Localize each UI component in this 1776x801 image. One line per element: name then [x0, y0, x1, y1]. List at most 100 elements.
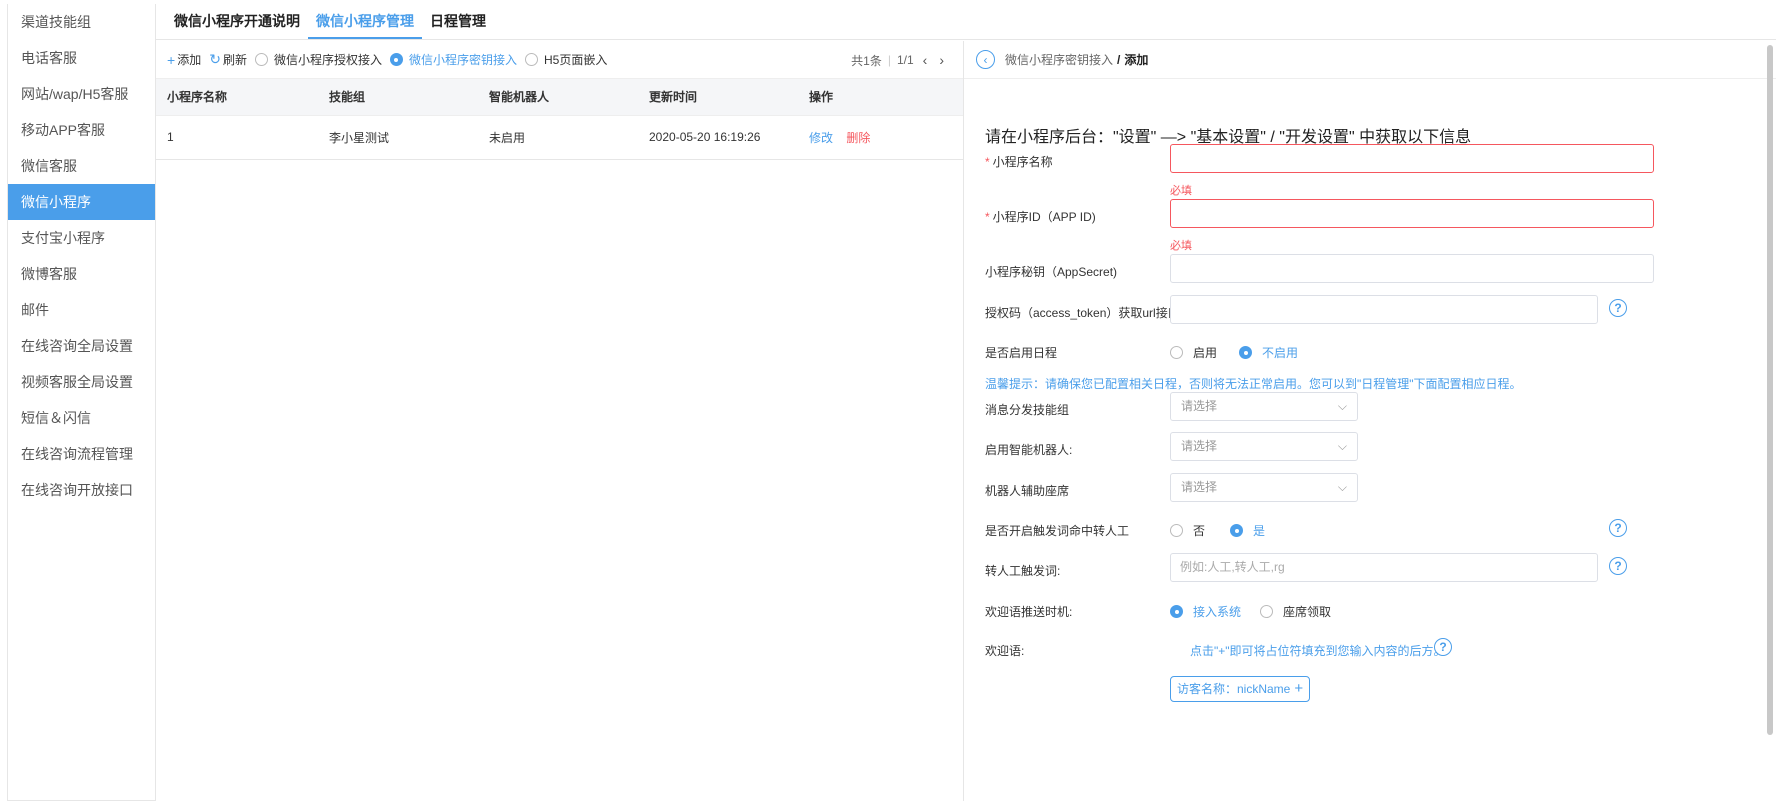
cell-updated: 2020-05-20 16:19:26 [638, 115, 798, 160]
radio-schedule-off[interactable]: 不启用 [1239, 344, 1298, 361]
radio-circle [1230, 524, 1243, 537]
sidebar-item-wechat-service[interactable]: 微信客服 [8, 148, 155, 184]
field-label-token-url: 授权码（access_token）获取url接口 [985, 306, 1180, 320]
sidebar-item-online-flow[interactable]: 在线咨询流程管理 [8, 436, 155, 472]
breadcrumb-parent[interactable]: 微信小程序密钥接入 [1005, 51, 1113, 68]
radio-label: 接入系统 [1193, 605, 1242, 619]
select-placeholder: 请选择 [1181, 439, 1218, 453]
tab-schedule-management[interactable]: 日程管理 [422, 11, 494, 39]
robot-select[interactable]: 请选择 ⌵ [1170, 432, 1358, 461]
refresh-button[interactable]: ↻ 刷新 [209, 51, 247, 68]
field-label-trigger: 是否开启触发词命中转人工 [985, 524, 1130, 538]
plus-icon: + [167, 51, 176, 68]
sidebar-item-alipay-miniprogram[interactable]: 支付宝小程序 [8, 220, 155, 256]
radio-circle [1239, 346, 1252, 359]
radio-label: 启用 [1193, 346, 1218, 360]
radio-label: 微信小程序密钥接入 [408, 53, 517, 67]
delete-link[interactable]: 删除 [846, 131, 870, 145]
radio-h5-embed[interactable]: H5页面嵌入 [524, 51, 608, 68]
skill-group-select[interactable]: 请选择 ⌵ [1170, 392, 1358, 421]
plus-icon: + [1294, 680, 1304, 697]
trigger-words-input[interactable]: 例如:人工,转人工,rg [1170, 553, 1598, 582]
name-input[interactable] [1170, 144, 1654, 173]
list-panel: + 添加 ↻ 刷新 微信小程序授权接入 微信小程序密钥接入 H5页面嵌入 共1条 [156, 41, 964, 801]
secret-input[interactable] [1170, 254, 1654, 283]
sidebar-item-channel-skill-group[interactable]: 渠道技能组 [8, 4, 155, 40]
sidebar-item-online-open-api[interactable]: 在线咨询开放接口 [8, 472, 155, 508]
chevron-down-icon: ⌵ [1337, 439, 1347, 453]
help-icon[interactable]: ? [1609, 557, 1627, 575]
sidebar-item-app-service[interactable]: 移动APP客服 [8, 112, 155, 148]
panel-header: ‹ 微信小程序密钥接入 / 添加 [964, 41, 1776, 79]
radio-circle [389, 53, 403, 66]
field-label-group: 消息分发技能组 [985, 403, 1070, 417]
add-label: 添加 [177, 53, 202, 67]
prev-page-icon[interactable]: ‹ [920, 52, 931, 68]
sidebar-item-web-service[interactable]: 网站/wap/H5客服 [8, 76, 155, 112]
label-text: 小程序ID（APP ID) [992, 210, 1096, 224]
sidebar-item-sms[interactable]: 短信＆闪信 [8, 400, 155, 436]
radio-circle [1170, 346, 1183, 359]
radio-timing-system[interactable]: 接入系统 [1170, 603, 1241, 620]
radio-key-access[interactable]: 微信小程序密钥接入 [389, 51, 517, 68]
sidebar-item-online-global-settings[interactable]: 在线咨询全局设置 [8, 328, 155, 364]
sidebar-item-weibo-service[interactable]: 微博客服 [8, 256, 155, 292]
radio-circle [524, 53, 538, 66]
radio-label: 否 [1193, 524, 1206, 538]
list-toolbar: + 添加 ↻ 刷新 微信小程序授权接入 微信小程序密钥接入 H5页面嵌入 共1条 [156, 41, 963, 79]
miniprogram-table: 小程序名称 技能组 智能机器人 更新时间 操作 1 李小星测试 未启用 2020… [156, 79, 963, 160]
col-group-header: 技能组 [318, 79, 478, 116]
sidebar-item-email[interactable]: 邮件 [8, 292, 155, 328]
radio-label: H5页面嵌入 [543, 53, 608, 67]
cell-name: 1 [156, 115, 318, 160]
sidebar-item-phone-service[interactable]: 电话客服 [8, 40, 155, 76]
help-icon[interactable]: ? [1434, 638, 1452, 656]
radio-label: 微信小程序授权接入 [273, 53, 382, 67]
add-button[interactable]: + 添加 [167, 51, 201, 68]
cell-group: 李小星测试 [318, 115, 478, 160]
field-label-name: * 小程序名称 [985, 153, 1053, 170]
label-text: 小程序名称 [992, 155, 1053, 169]
next-page-icon[interactable]: › [936, 52, 947, 68]
help-icon[interactable]: ? [1609, 299, 1627, 317]
table-row[interactable]: 1 李小星测试 未启用 2020-05-20 16:19:26 修改 删除 [156, 115, 963, 160]
col-name-header: 小程序名称 [156, 79, 318, 116]
radio-circle [1170, 524, 1183, 537]
radio-circle [1170, 605, 1183, 618]
field-label-secret: 小程序秘钥（AppSecret) [985, 265, 1118, 279]
sidebar-item-video-global-settings[interactable]: 视频客服全局设置 [8, 364, 155, 400]
radio-trigger-yes[interactable]: 是 [1230, 522, 1265, 539]
page-indicator: 1/1 [896, 53, 914, 67]
radio-trigger-no[interactable]: 否 [1170, 522, 1205, 539]
add-form-panel: ‹ 微信小程序密钥接入 / 添加 请在小程序后台："设置" —> "基本设置" … [964, 41, 1776, 801]
radio-circle [254, 53, 268, 66]
appid-input[interactable] [1170, 199, 1654, 228]
radio-authorized-access[interactable]: 微信小程序授权接入 [254, 51, 382, 68]
insert-visitor-name-button[interactable]: 访客名称：nickName + [1170, 676, 1311, 702]
field-label-assist: 机器人辅助座席 [985, 484, 1070, 498]
select-placeholder: 请选择 [1181, 399, 1218, 413]
field-label-trigger-words: 转人工触发词: [985, 564, 1061, 578]
top-tabs: 微信小程序开通说明 微信小程序管理 日程管理 [156, 4, 1776, 40]
assist-select[interactable]: 请选择 ⌵ [1170, 473, 1358, 502]
tag-label: 访客名称：nickName [1177, 682, 1291, 696]
name-error: 必填 [1170, 185, 1192, 197]
help-icon[interactable]: ? [1609, 519, 1627, 537]
tab-miniprogram-intro[interactable]: 微信小程序开通说明 [166, 11, 308, 39]
token-url-input[interactable] [1170, 295, 1598, 324]
back-arrow-icon[interactable]: ‹ [976, 50, 995, 69]
col-updated-header: 更新时间 [638, 79, 798, 116]
breadcrumb-current: 添加 [1124, 53, 1149, 67]
radio-schedule-on[interactable]: 启用 [1170, 344, 1217, 361]
required-mark: * [985, 210, 990, 224]
radio-label: 是 [1253, 524, 1266, 538]
scrollbar[interactable] [1767, 45, 1773, 735]
radio-label: 座席领取 [1283, 605, 1332, 619]
field-label-schedule: 是否启用日程 [985, 346, 1058, 360]
tab-miniprogram-management[interactable]: 微信小程序管理 [308, 11, 422, 39]
col-ops-header: 操作 [798, 79, 963, 116]
radio-timing-agent[interactable]: 座席领取 [1260, 603, 1331, 620]
total-count: 共1条 [851, 53, 882, 68]
sidebar-item-wechat-miniprogram[interactable]: 微信小程序 [8, 184, 155, 220]
edit-link[interactable]: 修改 [809, 131, 833, 145]
